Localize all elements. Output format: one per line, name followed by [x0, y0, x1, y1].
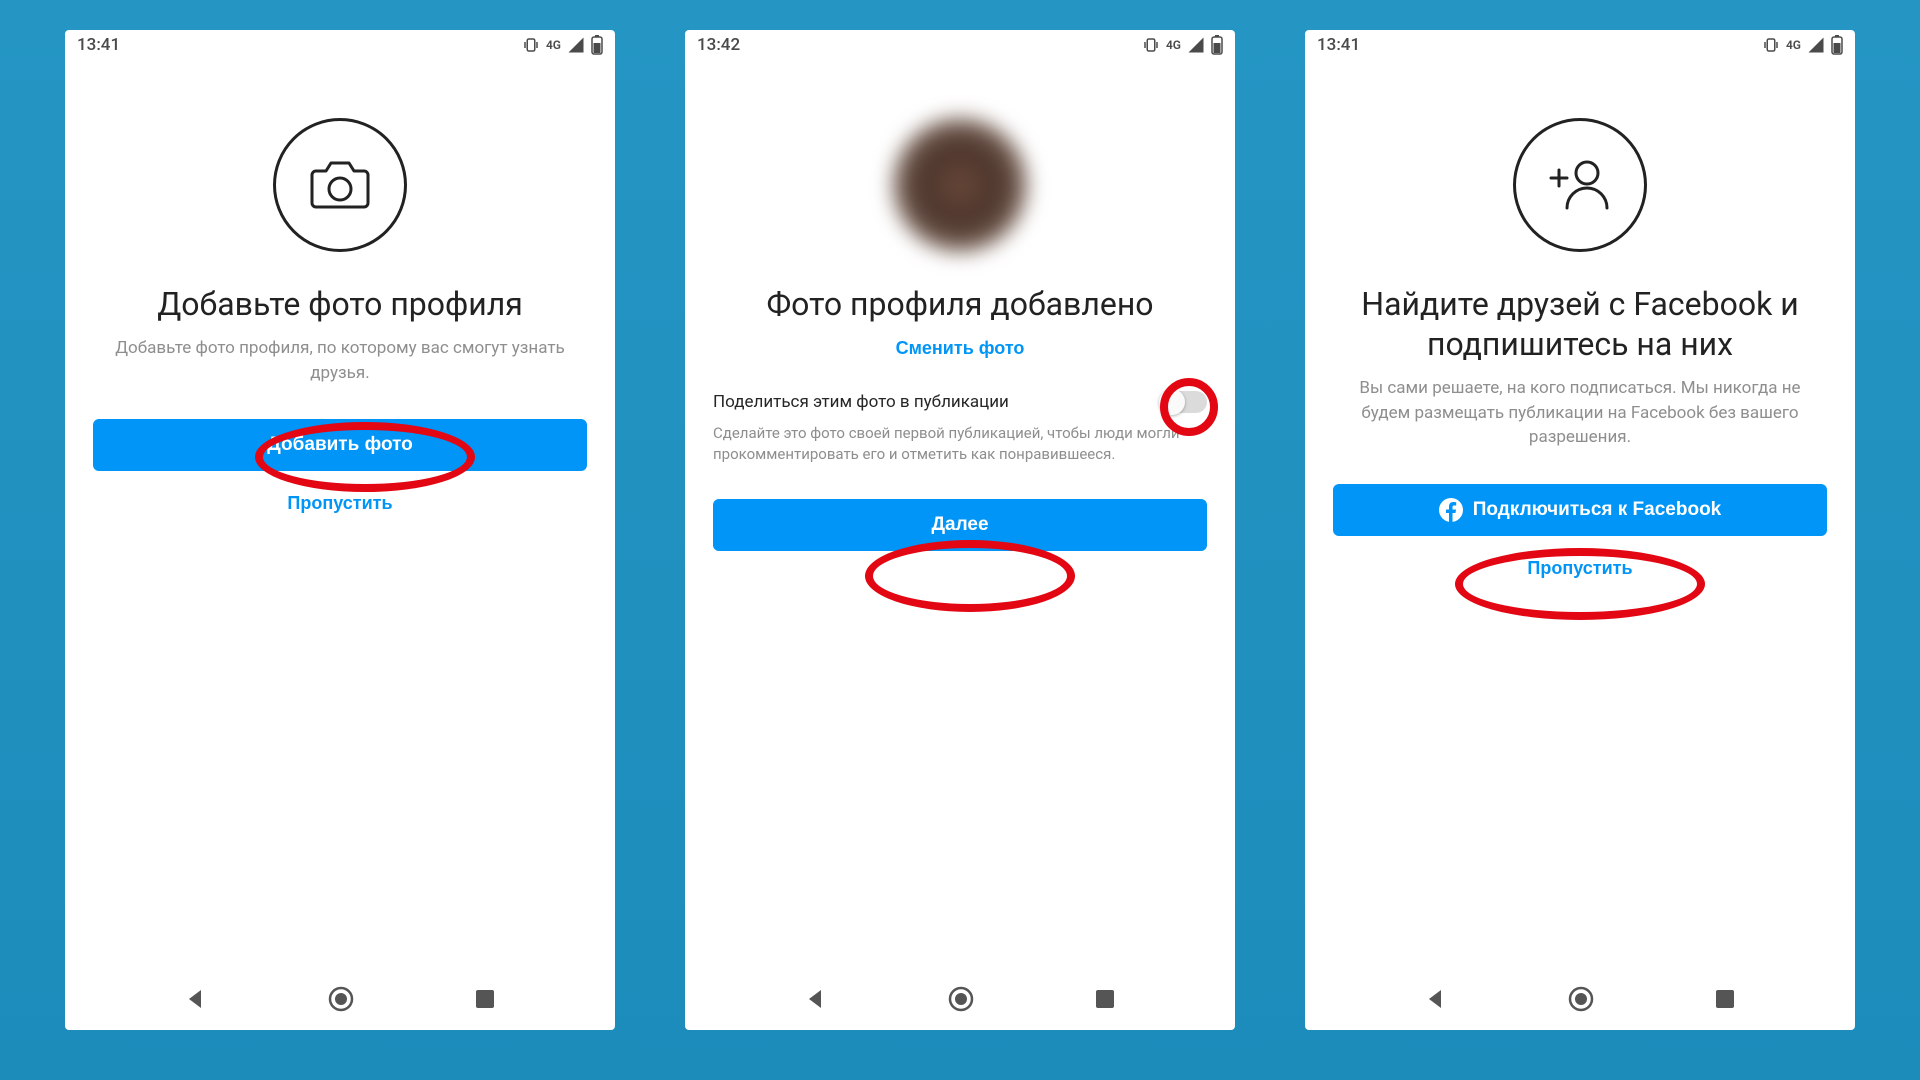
add-friend-placeholder — [1513, 118, 1647, 252]
screen-find-friends: 13:41 4G Найдите друзей с Facebook и под… — [1305, 30, 1855, 1030]
clock: 13:41 — [1317, 35, 1360, 55]
clock: 13:41 — [77, 35, 120, 55]
android-nav-bar — [1305, 968, 1855, 1030]
connect-facebook-label: Подключиться к Facebook — [1473, 499, 1722, 521]
status-icons: 4G — [1762, 35, 1843, 55]
network-label: 4G — [1786, 38, 1801, 52]
network-label: 4G — [546, 38, 561, 52]
page-title: Найдите друзей с Facebook и подпишитесь … — [1333, 284, 1827, 364]
skip-button[interactable]: Пропустить — [287, 493, 392, 514]
camera-placeholder — [273, 118, 407, 252]
signal-icon — [1187, 36, 1205, 54]
share-toggle-label: Поделиться этим фото в публикации — [713, 392, 1009, 412]
recent-icon[interactable] — [1094, 988, 1116, 1010]
status-bar: 13:42 4G — [685, 30, 1235, 60]
add-person-icon — [1545, 158, 1615, 212]
status-icons: 4G — [1142, 35, 1223, 55]
share-toggle[interactable] — [1161, 391, 1207, 413]
network-label: 4G — [1166, 38, 1181, 52]
back-icon[interactable] — [184, 987, 208, 1011]
back-icon[interactable] — [1424, 987, 1448, 1011]
battery-icon — [591, 35, 603, 55]
battery-icon — [1831, 35, 1843, 55]
screen-photo-added: 13:42 4G Фото профиля добавлено Сменить … — [685, 30, 1235, 1030]
vibrate-icon — [522, 36, 540, 54]
camera-icon — [310, 159, 370, 211]
status-bar: 13:41 4G — [65, 30, 615, 60]
change-photo-link[interactable]: Сменить фото — [896, 338, 1025, 359]
share-toggle-description: Сделайте это фото своей первой публикаци… — [713, 423, 1207, 465]
page-title: Добавьте фото профиля — [157, 284, 523, 324]
recent-icon[interactable] — [474, 988, 496, 1010]
screen-add-photo: 13:41 4G Добавьте фото профиля Добавьте … — [65, 30, 615, 1030]
signal-icon — [1807, 36, 1825, 54]
facebook-icon — [1439, 498, 1463, 522]
back-icon[interactable] — [804, 987, 828, 1011]
signal-icon — [567, 36, 585, 54]
vibrate-icon — [1762, 36, 1780, 54]
next-button[interactable]: Далее — [713, 499, 1207, 551]
home-icon[interactable] — [327, 985, 355, 1013]
android-nav-bar — [685, 968, 1235, 1030]
battery-icon — [1211, 35, 1223, 55]
page-subtitle: Добавьте фото профиля, по которому вас с… — [93, 336, 587, 385]
vibrate-icon — [1142, 36, 1160, 54]
skip-button[interactable]: Пропустить — [1527, 558, 1632, 579]
page-subtitle: Вы сами решаете, на кого подписаться. Мы… — [1333, 376, 1827, 450]
add-photo-button[interactable]: Добавить фото — [93, 419, 587, 471]
clock: 13:42 — [697, 35, 740, 55]
home-icon[interactable] — [947, 985, 975, 1013]
profile-avatar — [893, 118, 1027, 252]
status-icons: 4G — [522, 35, 603, 55]
page-title: Фото профиля добавлено — [766, 284, 1153, 324]
android-nav-bar — [65, 968, 615, 1030]
connect-facebook-button[interactable]: Подключиться к Facebook — [1333, 484, 1827, 536]
status-bar: 13:41 4G — [1305, 30, 1855, 60]
recent-icon[interactable] — [1714, 988, 1736, 1010]
home-icon[interactable] — [1567, 985, 1595, 1013]
